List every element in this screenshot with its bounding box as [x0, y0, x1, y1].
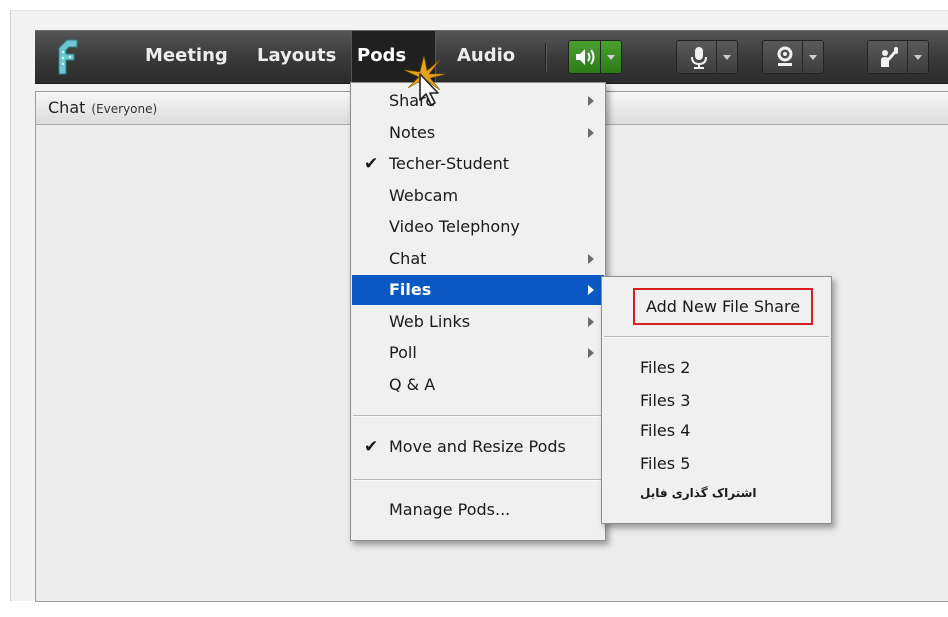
menu-item-label: Move and Resize Pods — [389, 437, 566, 456]
menu-separator — [604, 336, 829, 338]
pods-menu-item-poll[interactable]: Poll — [352, 338, 604, 368]
add-new-file-share-item[interactable]: Add New File Share — [633, 288, 813, 325]
submenu-arrow-icon — [588, 96, 594, 106]
submenu-arrow-icon — [588, 348, 594, 358]
webcam-button[interactable] — [762, 40, 824, 74]
menu-item-label: Poll — [389, 343, 417, 362]
main-menubar: Meeting Layouts Pods Audio — [35, 30, 948, 84]
submenu-arrow-icon — [588, 317, 594, 327]
pods-menu-item-webcam[interactable]: Webcam — [352, 181, 604, 211]
files-menu-item-file-share-fa[interactable]: اشتراک گذاری فایل — [640, 478, 757, 508]
files-menu-item-files-2[interactable]: Files 2 — [640, 353, 690, 383]
pods-menu-item-notes[interactable]: Notes — [352, 118, 604, 148]
webcam-icon — [777, 46, 793, 66]
menu-item-label: Chat — [389, 249, 427, 268]
menu-separator — [353, 479, 603, 481]
submenu-arrow-icon — [588, 285, 594, 295]
speaker-button[interactable] — [568, 40, 622, 74]
checkmark-icon: ✔ — [364, 437, 379, 457]
menu-item-label: Video Telephony — [389, 217, 520, 236]
checkmark-icon: ✔ — [364, 154, 379, 174]
menu-item-label: Notes — [389, 123, 436, 142]
chat-pod-audience: (Everyone) — [91, 102, 158, 116]
raise-hand-icon — [881, 47, 898, 67]
microphone-button[interactable] — [676, 40, 738, 74]
menu-item-label: Web Links — [389, 312, 471, 331]
submenu-arrow-icon — [588, 128, 594, 138]
menu-meeting[interactable]: Meeting — [139, 31, 234, 83]
menu-item-label: Files — [389, 280, 432, 299]
pods-menu: Share Notes ✔ Techer-Student Webcam Vide… — [350, 82, 606, 541]
files-menu-item-files-5[interactable]: Files 5 — [640, 449, 690, 479]
pods-menu-item-chat[interactable]: Chat — [352, 244, 604, 274]
submenu-arrow-icon — [588, 254, 594, 264]
microphone-dropdown-arrow[interactable] — [716, 41, 737, 73]
menu-item-label: Q & A — [389, 375, 436, 394]
mouse-cursor-icon — [403, 55, 447, 106]
pods-menu-item-manage-pods[interactable]: Manage Pods... — [352, 495, 604, 525]
speaker-icon — [576, 49, 595, 65]
status-button[interactable] — [867, 40, 929, 74]
pods-menu-item-qa[interactable]: Q & A — [352, 370, 604, 400]
menu-separator — [353, 415, 603, 417]
pods-menu-item-video-telephony[interactable]: Video Telephony — [352, 212, 604, 242]
chat-pod-title: Chat — [48, 98, 86, 117]
webcam-dropdown-arrow[interactable] — [802, 41, 823, 73]
files-menu-item-files-4[interactable]: Files 4 — [640, 416, 690, 446]
status-dropdown-arrow[interactable] — [907, 41, 928, 73]
speaker-dropdown-arrow[interactable] — [600, 41, 621, 73]
menu-item-label: Techer-Student — [389, 154, 509, 173]
microphone-icon — [691, 47, 707, 69]
files-submenu: Add New File Share Files 2 Files 3 Files… — [601, 276, 832, 524]
menu-item-label: Webcam — [389, 186, 459, 205]
files-menu-item-files-3[interactable]: Files 3 — [640, 386, 690, 416]
adobe-connect-logo — [58, 39, 78, 75]
pods-menu-item-move-resize[interactable]: ✔ Move and Resize Pods — [352, 432, 604, 462]
pods-menu-item-web-links[interactable]: Web Links — [352, 307, 604, 337]
pods-menu-item-techer-student[interactable]: ✔ Techer-Student — [352, 149, 604, 179]
pods-menu-item-share[interactable]: Share — [352, 86, 604, 116]
pods-menu-item-files[interactable]: Files — [352, 275, 604, 305]
menubar-divider — [545, 43, 547, 71]
menu-item-label: Manage Pods... — [389, 500, 511, 519]
menu-layouts[interactable]: Layouts — [251, 31, 342, 83]
